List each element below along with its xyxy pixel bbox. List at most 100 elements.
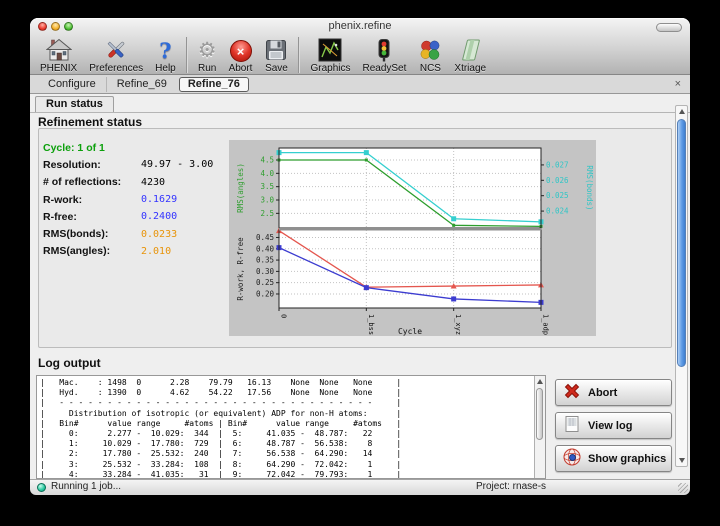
svg-text:0: 0 bbox=[280, 314, 288, 318]
tab-run-status[interactable]: Run status bbox=[35, 96, 114, 112]
log-line: | Mac. : 1498 0 2.28 79.79 16.13 None No… bbox=[40, 378, 545, 388]
stat-value: 49.97 - 3.00 bbox=[141, 159, 213, 170]
tab-refine-76[interactable]: Refine_76 bbox=[179, 77, 249, 92]
titlebar[interactable]: phenix.refine bbox=[30, 18, 690, 34]
toolbar-toggle-button[interactable] bbox=[656, 23, 682, 32]
tab-refine-69[interactable]: Refine_69 bbox=[107, 77, 177, 92]
graphics-icon bbox=[318, 37, 342, 62]
stat-value: 2.010 bbox=[141, 246, 171, 257]
toolbar-label: Xtriage bbox=[454, 63, 486, 74]
minimize-window-button[interactable] bbox=[51, 22, 60, 31]
stat-label: # of reflections: bbox=[43, 176, 141, 188]
svg-text:0.20: 0.20 bbox=[256, 289, 275, 298]
log-scrollbar[interactable] bbox=[534, 376, 545, 478]
stat-value: 4230 bbox=[141, 177, 165, 188]
view-log-button[interactable]: View log bbox=[555, 412, 672, 439]
log-lines: | Mac. : 1498 0 2.28 79.79 16.13 None No… bbox=[37, 376, 545, 479]
refinement-progress-chart: 2.53.03.54.04.5RMS(angles)0.0240.0250.02… bbox=[229, 140, 596, 336]
log-output[interactable]: | Mac. : 1498 0 2.28 79.79 16.13 None No… bbox=[36, 375, 546, 479]
svg-text:1_adp: 1_adp bbox=[542, 314, 550, 335]
scrollbar-thumb[interactable] bbox=[677, 119, 686, 367]
stat-label: RMS(bonds): bbox=[43, 228, 141, 240]
toolbar-button-graphics[interactable]: Graphics bbox=[304, 37, 356, 74]
toolbar-button-readyset[interactable]: ReadySet bbox=[356, 37, 412, 74]
gear-icon: ⚙ bbox=[198, 37, 217, 62]
toolbar-button-run[interactable]: ⚙ Run bbox=[192, 37, 223, 74]
log-line: | Bin# value range #atoms | Bin# value r… bbox=[40, 419, 545, 429]
svg-text:3.0: 3.0 bbox=[260, 196, 274, 205]
running-status-icon bbox=[37, 483, 46, 492]
svg-text:0.40: 0.40 bbox=[256, 244, 275, 253]
svg-text:RMS(bonds): RMS(bonds) bbox=[585, 165, 594, 210]
subtab-row: Run status bbox=[30, 94, 690, 113]
abort-button[interactable]: Abort bbox=[555, 379, 672, 406]
traffic-light-icon bbox=[372, 37, 396, 62]
svg-text:0.35: 0.35 bbox=[256, 256, 274, 265]
log-line: | 1: 10.029 - 17.780: 729 | 6: 48.787 - … bbox=[40, 439, 545, 449]
scroll-up-icon[interactable] bbox=[679, 109, 685, 114]
toolbar-button-ncs[interactable]: NCS bbox=[412, 37, 448, 74]
toolbar-button-preferences[interactable]: Preferences bbox=[83, 37, 149, 74]
toolbar-button-abort[interactable]: × Abort bbox=[223, 37, 259, 74]
close-window-button[interactable] bbox=[38, 22, 47, 31]
toolbar-separator bbox=[186, 37, 188, 73]
toolbar-label: Help bbox=[155, 63, 176, 74]
abort-icon: × bbox=[230, 37, 252, 62]
toolbar: PHENIX Preferences bbox=[30, 34, 690, 76]
abort-button-label: Abort bbox=[588, 387, 617, 399]
phenix-refine-window: phenix.refine PHENIX bbox=[30, 18, 690, 492]
ncs-spheres-icon bbox=[418, 37, 442, 62]
toolbar-button-help[interactable]: ? Help bbox=[149, 37, 182, 74]
toolbar-label: Graphics bbox=[310, 63, 350, 74]
toolbar-button-save[interactable]: Save bbox=[258, 37, 294, 74]
cycle-label: Cycle: 1 of 1 bbox=[43, 142, 141, 154]
stat-label: R-free: bbox=[43, 211, 141, 223]
log-scrollbar-thumb[interactable] bbox=[536, 388, 543, 440]
svg-text:RMS(angles): RMS(angles) bbox=[236, 163, 245, 213]
window-controls bbox=[38, 22, 73, 31]
log-line: | Distribution of isotropic (or equivale… bbox=[40, 409, 545, 419]
tab-bar: Configure Refine_69 Refine_76 × bbox=[30, 75, 690, 94]
window-chrome: phenix.refine PHENIX bbox=[30, 18, 690, 75]
svg-text:0.025: 0.025 bbox=[546, 191, 569, 200]
close-tab-icon[interactable]: × bbox=[675, 79, 681, 90]
log-line: | 0: 2.277 - 10.029: 344 | 5: 41.035 - 4… bbox=[40, 429, 545, 439]
log-line: | 3: 25.532 - 33.284: 108 | 8: 64.290 - … bbox=[40, 460, 545, 470]
document-icon bbox=[562, 414, 582, 437]
svg-text:0.25: 0.25 bbox=[256, 278, 274, 287]
stat-label: RMS(angles): bbox=[43, 245, 141, 257]
svg-text:Cycle: Cycle bbox=[398, 327, 422, 336]
svg-text:3.5: 3.5 bbox=[260, 182, 274, 191]
toolbar-label: ReadySet bbox=[362, 63, 406, 74]
zoom-window-button[interactable] bbox=[64, 22, 73, 31]
tab-configure[interactable]: Configure bbox=[38, 77, 107, 92]
svg-text:R-work, R-free: R-work, R-free bbox=[236, 237, 245, 301]
log-line: | 4: 33.284 - 41.035: 31 | 9: 72.042 - 7… bbox=[40, 470, 545, 479]
log-output-heading: Log output bbox=[38, 356, 101, 370]
toolbar-separator bbox=[298, 37, 300, 73]
svg-text:4.0: 4.0 bbox=[260, 169, 274, 178]
resize-grip[interactable] bbox=[678, 483, 688, 493]
stat-value: 0.1629 bbox=[141, 194, 177, 205]
toolbar-label: Abort bbox=[229, 63, 253, 74]
stat-value: 0.2400 bbox=[141, 211, 177, 222]
toolbar-label: NCS bbox=[420, 63, 441, 74]
toolbar-button-xtriage[interactable]: Xtriage bbox=[448, 37, 492, 74]
svg-text:0.024: 0.024 bbox=[546, 207, 569, 216]
main-content: Run status Refinement status Cycle: 1 of… bbox=[30, 94, 690, 479]
refinement-status-panel: Cycle: 1 of 1 Resolution: 49.97 - 3.00 #… bbox=[38, 128, 672, 348]
toolbar-label: Save bbox=[265, 63, 288, 74]
svg-text:4.5: 4.5 bbox=[260, 156, 274, 165]
save-icon bbox=[264, 37, 288, 62]
svg-text:1_bss: 1_bss bbox=[367, 314, 375, 335]
show-graphics-button[interactable]: Show graphics bbox=[555, 445, 672, 472]
svg-text:0.027: 0.027 bbox=[546, 160, 569, 169]
molecule-sphere-icon bbox=[562, 447, 582, 470]
scroll-down-icon[interactable] bbox=[679, 458, 685, 463]
svg-text:0.45: 0.45 bbox=[256, 233, 274, 242]
scroll-up-icon[interactable] bbox=[537, 379, 543, 384]
stat-label: R-work: bbox=[43, 194, 141, 206]
toolbar-button-phenix[interactable]: PHENIX bbox=[34, 37, 83, 74]
log-line: | 2: 17.780 - 25.532: 240 | 7: 56.538 - … bbox=[40, 449, 545, 459]
vertical-scrollbar[interactable] bbox=[675, 105, 688, 467]
